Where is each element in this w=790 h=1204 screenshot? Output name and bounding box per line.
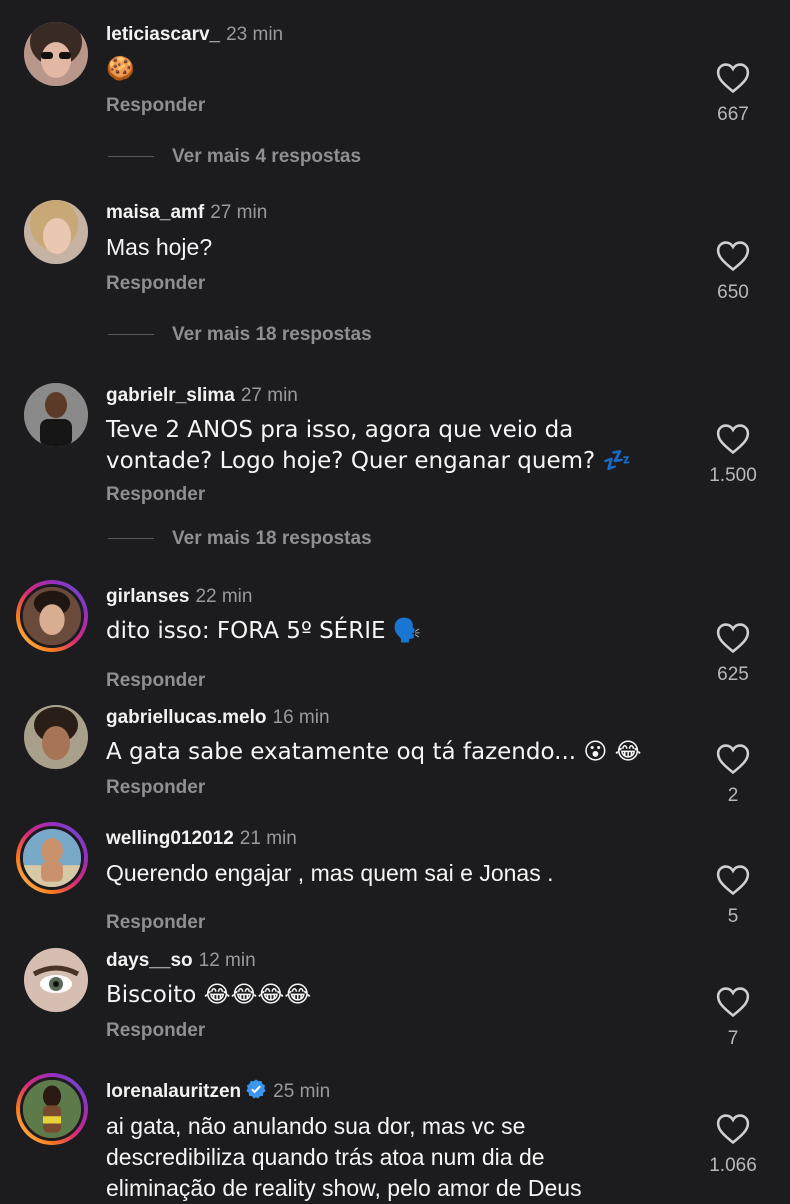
heart-icon[interactable] (716, 743, 750, 775)
like-group: 1.500 (700, 423, 766, 487)
view-more-label: Ver mais 18 respostas (172, 528, 372, 549)
view-more-replies[interactable]: Ver mais 18 respostas (108, 528, 372, 550)
comment-text: dito isso: FORA 5º SÉRIE 🗣️ (106, 618, 422, 644)
like-count: 5 (727, 906, 739, 927)
timestamp: 23 min (226, 24, 284, 45)
username[interactable]: lorenalauritzen (106, 1081, 241, 1102)
comment-text-line: ai gata, não anulando sua dor, mas vc se (106, 1113, 526, 1139)
like-group: 625 (700, 622, 766, 686)
username[interactable]: girlanses (106, 586, 189, 607)
reply-button[interactable]: Responder (106, 1020, 205, 1042)
comment-text: A gata sabe exatamente oq tá fazendo... … (106, 739, 642, 765)
avatar-story-ring[interactable] (16, 822, 88, 894)
avatar[interactable] (24, 948, 88, 1012)
timestamp: 27 min (240, 385, 298, 406)
timestamp: 25 min (273, 1081, 331, 1102)
avatar[interactable] (24, 200, 88, 264)
comment-text-line: vontade? Logo hoje? Quer enganar quem? 💤 (106, 448, 632, 474)
reply-button[interactable]: Responder (106, 484, 205, 506)
avatar[interactable] (24, 705, 88, 769)
reply-button[interactable]: Responder (106, 670, 205, 692)
comment-text-line: descredibiliza quando trás atoa num dia … (106, 1144, 545, 1170)
like-count: 2 (727, 785, 739, 806)
view-more-replies[interactable]: Ver mais 18 respostas (108, 324, 372, 346)
username[interactable]: welling012012 (106, 828, 234, 849)
like-group: 1.066 (700, 1113, 766, 1177)
reply-button[interactable]: Responder (106, 777, 205, 799)
comment-text: Querendo engajar , mas quem sai e Jonas … (106, 860, 554, 886)
like-group: 650 (700, 240, 766, 304)
avatar[interactable] (24, 22, 88, 86)
heart-icon[interactable] (716, 240, 750, 272)
heart-icon[interactable] (716, 62, 750, 94)
reply-button[interactable]: Responder (106, 273, 205, 295)
divider-line (108, 334, 154, 336)
avatar-story-ring[interactable] (16, 1073, 88, 1145)
like-count: 667 (717, 104, 749, 125)
comment-text: Mas hoje? (106, 234, 213, 260)
like-group: 667 (700, 62, 766, 126)
like-count: 650 (717, 282, 749, 303)
heart-icon[interactable] (716, 622, 750, 654)
view-more-label: Ver mais 18 respostas (172, 324, 372, 345)
heart-icon[interactable] (716, 986, 750, 1018)
comment-text: Biscoito 😂😂😂😂 (106, 982, 312, 1008)
heart-icon[interactable] (716, 1113, 750, 1145)
username[interactable]: leticiascarv_ (106, 24, 220, 45)
view-more-label: Ver mais 4 respostas (172, 146, 362, 167)
timestamp: 16 min (272, 707, 330, 728)
like-count: 625 (717, 664, 749, 685)
username[interactable]: days__so (106, 950, 193, 971)
comment-text-line: Teve 2 ANOS pra isso, agora que veio da (106, 417, 574, 443)
like-count: 1.066 (709, 1155, 757, 1176)
reply-button[interactable]: Responder (106, 95, 205, 117)
view-more-replies[interactable]: Ver mais 4 respostas (108, 146, 361, 168)
like-group: 2 (700, 743, 766, 807)
divider-line (108, 156, 154, 158)
avatar[interactable] (24, 383, 88, 447)
divider-line (108, 538, 154, 540)
comment-text: Teve 2 ANOS pra isso, agora que veio da … (106, 415, 666, 477)
timestamp: 12 min (198, 950, 256, 971)
username[interactable]: maisa_amf (106, 202, 204, 223)
comment-text-line: eliminação de reality show, pelo amor de… (106, 1175, 582, 1201)
comment-text: 🍪 (106, 56, 135, 82)
heart-icon[interactable] (716, 864, 750, 896)
timestamp: 22 min (195, 586, 253, 607)
verified-badge-icon (246, 1079, 266, 1099)
timestamp: 21 min (239, 828, 297, 849)
heart-icon[interactable] (716, 423, 750, 455)
comment-text: ai gata, não anulando sua dor, mas vc se… (106, 1111, 666, 1204)
like-count: 1.500 (709, 465, 757, 486)
like-group: 7 (700, 986, 766, 1050)
like-count: 7 (727, 1028, 739, 1049)
username[interactable]: gabriellucas.melo (106, 707, 267, 728)
timestamp: 27 min (210, 202, 268, 223)
username[interactable]: gabrielr_slima (106, 385, 235, 406)
reply-button[interactable]: Responder (106, 912, 205, 934)
avatar-story-ring[interactable] (16, 580, 88, 652)
like-group: 5 (700, 864, 766, 928)
